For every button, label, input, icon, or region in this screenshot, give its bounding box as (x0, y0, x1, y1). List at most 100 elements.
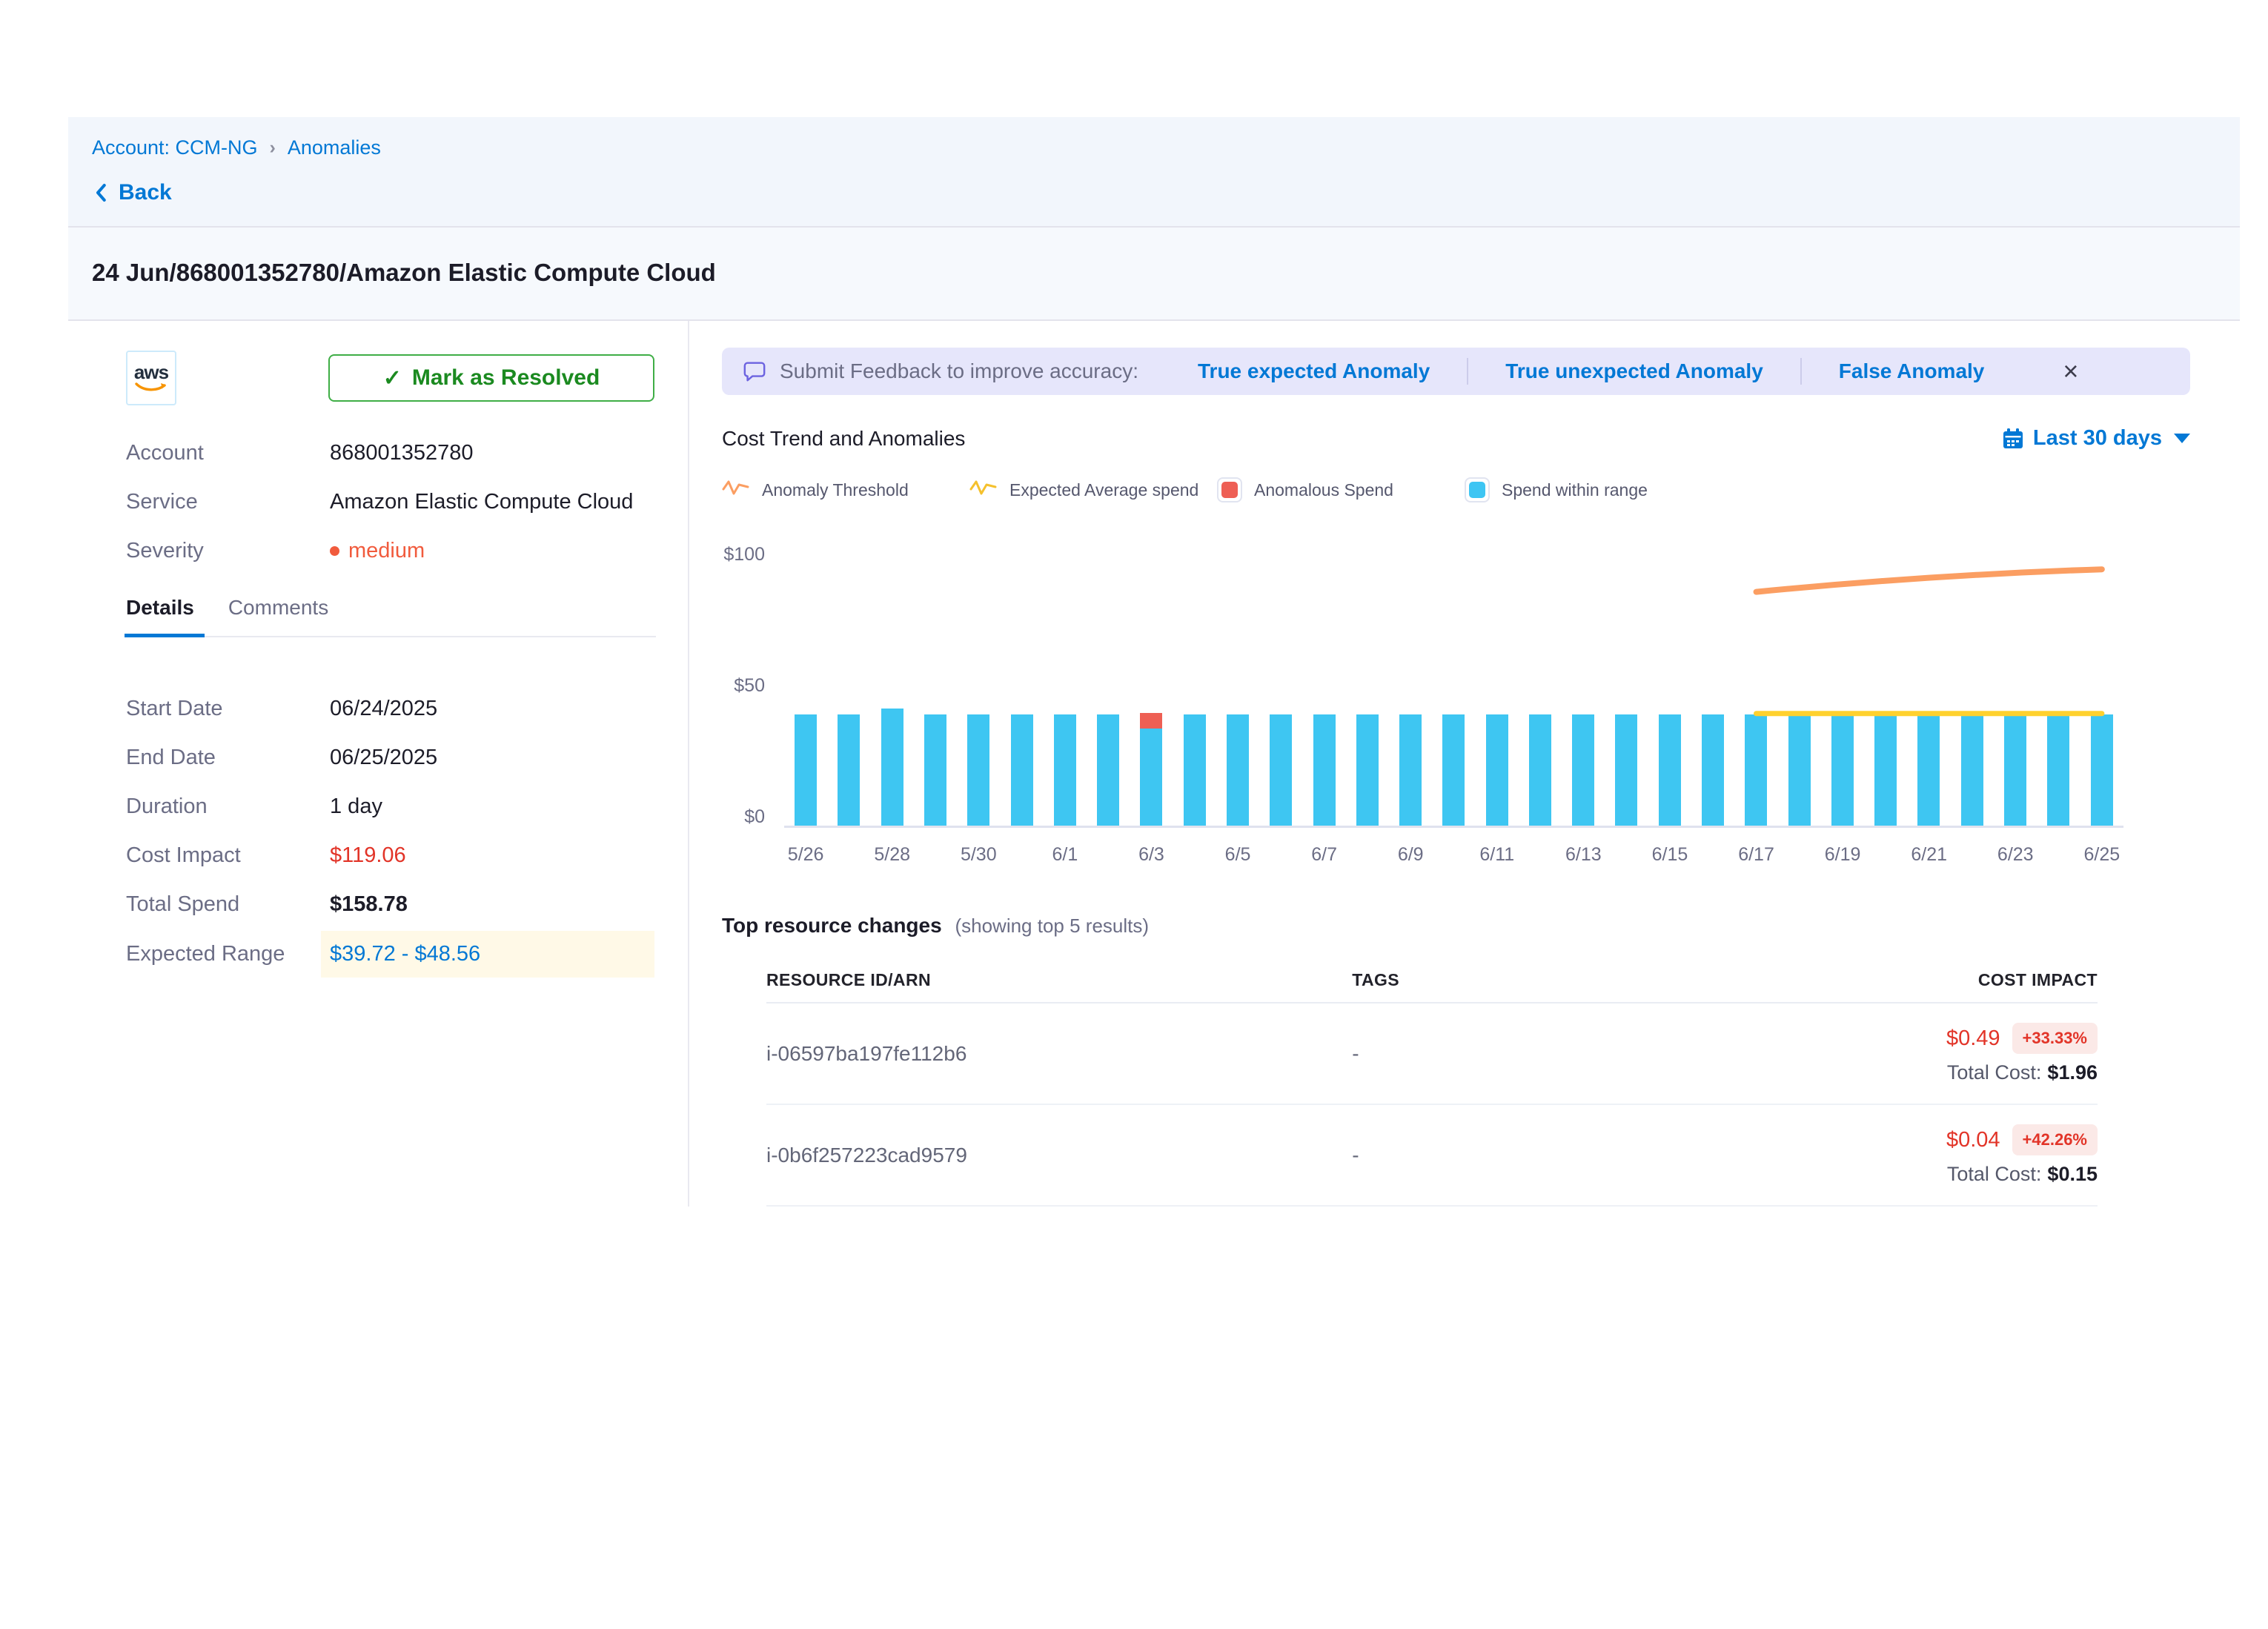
summary-rows: Account868001352780 ServiceAmazon Elastic… (126, 441, 688, 563)
title-strip: 24 Jun/868001352780/Amazon Elastic Compu… (68, 228, 2240, 321)
resource-tags: - (1352, 1144, 1751, 1167)
info-row: End Date06/25/2025 (126, 746, 688, 770)
column-header-resource-id: RESOURCE ID/ARN (766, 970, 1352, 990)
legend-line-icon (969, 479, 998, 502)
info-label: Duration (126, 794, 330, 819)
anomaly-main-panel: Submit Feedback to improve accuracy: Tru… (689, 321, 2240, 1207)
impact-amount: $0.49 (1946, 1026, 2000, 1051)
info-value: 1 day (330, 794, 382, 819)
detail-rows: Start Date06/24/2025 End Date06/25/2025 Du… (126, 697, 688, 978)
x-axis-tick: 6/3 (1138, 844, 1164, 866)
x-axis-tick: 6/19 (1825, 844, 1861, 866)
feedback-option[interactable]: False Anomaly (1802, 359, 2022, 383)
x-axis-tick: 5/26 (788, 844, 824, 866)
resource-id: i-06597ba197fe112b6 (766, 1042, 1352, 1066)
anomaly-summary-panel: aws ✓ Mark as Resolved Account8680013527… (68, 321, 689, 1207)
legend-item[interactable]: Anomaly Threshold (722, 479, 969, 502)
aws-smile-icon (134, 382, 168, 394)
mark-as-resolved-button[interactable]: ✓ Mark as Resolved (328, 354, 654, 402)
breadcrumb-chevron-icon: › (270, 137, 276, 159)
x-axis-tick: 6/23 (1997, 844, 2034, 866)
info-value: $39.72 - $48.56 (321, 931, 654, 978)
info-label: Total Spend (126, 892, 330, 917)
feedback-option[interactable]: True unexpected Anomaly (1468, 359, 1800, 383)
info-label: Start Date (126, 697, 330, 721)
table-body: i-06597ba197fe112b6 - $0.49+33.33%Total Co… (766, 1003, 2098, 1207)
date-range-label: Last 30 days (2033, 426, 2162, 451)
chevron-left-icon (92, 182, 111, 204)
legend-square-icon (1465, 477, 1490, 502)
breadcrumb-anomalies-link[interactable]: Anomalies (288, 136, 381, 159)
tabs: Details Comments (126, 596, 656, 637)
y-axis-labels: $100$50$0 (722, 544, 784, 828)
total-cost-value: $0.15 (2047, 1163, 2098, 1185)
legend-item[interactable]: Expected Average spend (969, 479, 1217, 502)
x-axis-tick: 5/30 (961, 844, 997, 866)
info-row: Account868001352780 (126, 441, 688, 465)
breadcrumb-strip: Account: CCM-NG › Anomalies Back (68, 117, 2240, 228)
info-row: ServiceAmazon Elastic Compute Cloud (126, 490, 688, 514)
x-axis-tick: 6/1 (1052, 844, 1078, 866)
x-axis-tick: 6/25 (2084, 844, 2121, 866)
check-icon: ✓ (383, 365, 402, 391)
info-label: Service (126, 490, 330, 514)
resource-changes-table: RESOURCE ID/ARN TAGS COST IMPACT i-06597… (766, 970, 2098, 1207)
calendar-icon (2002, 428, 2024, 450)
x-axis-tick: 6/21 (1911, 844, 1947, 866)
plot-stack: 5/265/285/306/16/36/56/76/96/116/136/156… (784, 544, 2123, 866)
total-cost-label: Total Cost: (1947, 1061, 2042, 1084)
tab-details[interactable]: Details (126, 596, 194, 636)
breadcrumb-account-link[interactable]: Account: CCM-NG (92, 136, 258, 159)
legend-label: Spend within range (1502, 480, 1648, 500)
info-label: Cost Impact (126, 843, 330, 868)
table-row: i-0b6f257223cad9579- $0.04 +42.26% Total Co… (766, 1105, 2098, 1207)
top-resource-changes-heading: Top resource changes (showing top 5 resu… (722, 914, 2190, 938)
info-value: medium (330, 539, 425, 563)
resources-heading-note: (showing top 5 results) (955, 915, 1149, 937)
content: aws ✓ Mark as Resolved Account8680013527… (68, 321, 2240, 1207)
cost-impact-cell: $0.49+33.33%Total Cost:$1.96 (1751, 1023, 2098, 1084)
info-row: Expected Range$39.72 - $48.56 (126, 931, 688, 978)
x-axis-tick: 6/11 (1479, 844, 1514, 866)
info-label: Severity (126, 539, 330, 563)
info-value: 06/25/2025 (330, 746, 437, 770)
info-row: Start Date06/24/2025 (126, 697, 688, 721)
breadcrumb: Account: CCM-NG › Anomalies (92, 136, 2240, 159)
info-row: Total Spend$158.78 (126, 892, 688, 917)
info-row: Cost Impact$119.06 (126, 843, 688, 868)
x-axis-tick: 6/9 (1398, 844, 1424, 866)
threshold-lines-overlay (784, 544, 2123, 826)
table-header: RESOURCE ID/ARN TAGS COST IMPACT (766, 970, 2098, 1003)
back-button[interactable]: Back (92, 180, 2240, 205)
y-axis-tick: $0 (744, 806, 765, 828)
impact-percent-badge: +42.26% (2012, 1124, 2098, 1155)
x-axis-labels: 5/265/285/306/16/36/56/76/96/116/136/156… (784, 828, 2123, 866)
x-axis-tick: 6/15 (1652, 844, 1688, 866)
aws-logo-text: aws (134, 362, 168, 382)
date-range-selector[interactable]: Last 30 days (2002, 426, 2190, 451)
plot-area (784, 544, 2123, 828)
total-cost-label: Total Cost: (1947, 1163, 2042, 1185)
chart-legend: Anomaly ThresholdExpected Average spendA… (722, 477, 2190, 502)
impact-amount: $0.04 (1946, 1128, 2000, 1152)
legend-item[interactable]: Anomalous Spend (1217, 477, 1465, 502)
chevron-down-icon (2174, 434, 2190, 443)
cost-trend-chart: $100$50$0 5/265/285/306/16/36/56/76/96/1… (722, 544, 2190, 866)
trend-header-row: Cost Trend and Anomalies Last 30 days (722, 426, 2190, 451)
total-cost-line: Total Cost:$0.15 (1751, 1163, 2098, 1186)
legend-item[interactable]: Spend within range (1465, 477, 1712, 502)
x-axis-tick: 6/13 (1565, 844, 1602, 866)
feedback-options: True expected AnomalyTrue unexpected Ano… (1161, 358, 2021, 385)
close-icon[interactable]: × (2063, 358, 2078, 385)
feedback-option[interactable]: True expected Anomaly (1161, 359, 1467, 383)
anomaly-detail-panel: Account: CCM-NG › Anomalies Back 24 Jun/… (68, 117, 2240, 1207)
severity-text: medium (348, 539, 425, 563)
resolve-button-label: Mark as Resolved (412, 365, 600, 391)
feedback-bar: Submit Feedback to improve accuracy: Tru… (722, 348, 2190, 395)
back-label: Back (119, 180, 172, 205)
tab-comments[interactable]: Comments (228, 596, 328, 636)
info-value: Amazon Elastic Compute Cloud (330, 490, 633, 514)
resources-heading-text: Top resource changes (722, 914, 942, 937)
info-label: Account (126, 441, 330, 465)
resource-id: i-0b6f257223cad9579 (766, 1144, 1352, 1167)
